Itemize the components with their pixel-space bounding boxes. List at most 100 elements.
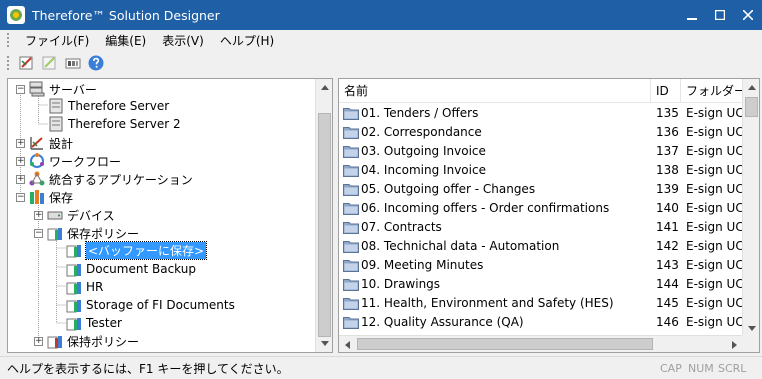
tree-node-policy-fi[interactable]: Storage of FI Documents	[66, 296, 235, 314]
menu-file[interactable]: ファイル(F)	[17, 32, 97, 49]
folder-icon	[343, 222, 359, 234]
disabled-designer-icon	[42, 56, 56, 70]
column-header-name[interactable]: 名前	[339, 79, 651, 103]
tree-node-policy-tester[interactable]: Tester	[66, 314, 122, 332]
tree-node-policy-buffer[interactable]: <バッファーに保存>	[66, 240, 208, 260]
row-name: 10. Drawings	[361, 277, 441, 291]
expand-toggle[interactable]: +	[16, 174, 25, 184]
collapse-toggle[interactable]: −	[16, 84, 25, 94]
server-icon	[49, 116, 63, 132]
tree-node-policy-backup[interactable]: Document Backup	[66, 260, 196, 278]
toolbar	[0, 50, 762, 76]
scroll-right-arrow[interactable]	[726, 336, 743, 352]
tree-label: 保存	[49, 190, 74, 205]
tree-node-integration[interactable]: + 統合するアプリケーション	[16, 170, 193, 188]
column-header-id[interactable]: ID	[651, 79, 681, 103]
tree-node-policy-hr[interactable]: HR	[66, 278, 103, 296]
list-pane[interactable]: 名前 ID フォルダー 01. Tenders / Offers 135 E-sig…	[338, 78, 760, 353]
list-row[interactable]: 08. Technichal data - Automation 142 E-sig…	[339, 237, 743, 256]
title-bar: Therefore™ Solution Designer	[0, 0, 762, 30]
scroll-thumb[interactable]	[318, 113, 331, 337]
tree-label: デバイス	[67, 208, 115, 223]
scroll-down-arrow[interactable]	[316, 335, 332, 352]
tree-label: 保持ポリシー	[67, 334, 140, 349]
list-row[interactable]: 03. Outgoing Invoice 137 E-sign UC2	[339, 142, 743, 161]
row-name: 01. Tenders / Offers	[361, 106, 479, 120]
minimize-button[interactable]	[678, 0, 706, 30]
list-row[interactable]: 07. Contracts 141 E-sign UC2	[339, 218, 743, 237]
chevron-right-icon	[732, 340, 737, 349]
list-row[interactable]: 05. Outgoing offer - Changes 139 E-sign UC…	[339, 180, 743, 199]
tree-node-retention-policy[interactable]: + 保持ポリシー	[34, 332, 139, 350]
list-row[interactable]: 01. Tenders / Offers 135 E-sign UC2	[339, 104, 743, 123]
folder-icon	[343, 146, 359, 158]
row-name: 07. Contracts	[361, 220, 442, 234]
tree-node-server-1[interactable]: Therefore Server	[48, 97, 169, 115]
scroll-up-arrow[interactable]	[316, 79, 332, 96]
menu-edit[interactable]: 編集(E)	[97, 32, 154, 49]
designer-button[interactable]	[17, 53, 37, 73]
row-id: 142	[656, 239, 679, 253]
row-name: 12. Quality Assurance (QA)	[361, 315, 524, 329]
tree-node-server[interactable]: − サーバー	[16, 80, 97, 98]
expand-toggle[interactable]: +	[16, 156, 25, 166]
expand-toggle[interactable]: +	[16, 138, 25, 148]
row-folder: E-sign UC2	[686, 220, 742, 234]
policy-icon	[66, 245, 81, 258]
tree-node-workflow[interactable]: + ワークフロー	[16, 152, 121, 170]
storage-icon	[30, 190, 44, 204]
collapse-toggle[interactable]: −	[34, 228, 43, 238]
row-id: 143	[656, 258, 679, 272]
tree-label: HR	[86, 280, 104, 294]
list-horizontal-scrollbar[interactable]	[339, 335, 743, 352]
list-row[interactable]: 06. Incoming offers - Order confirmation…	[339, 199, 743, 218]
tree-node-design[interactable]: + 設計	[16, 134, 73, 152]
list-row[interactable]: 11. Health, Environment and Safety (HES)…	[339, 294, 743, 313]
chevron-left-icon	[345, 340, 350, 349]
folder-icon	[343, 260, 359, 272]
menu-grip	[7, 33, 11, 47]
designer-disabled-button[interactable]	[40, 53, 60, 73]
help-icon	[88, 55, 104, 71]
folder-icon	[343, 317, 359, 329]
expand-toggle[interactable]: +	[34, 336, 43, 346]
scroll-thumb[interactable]	[745, 97, 758, 117]
scroll-up-arrow[interactable]	[743, 79, 759, 96]
caps-lock-indicator: CAP	[660, 362, 682, 375]
menu-help[interactable]: ヘルプ(H)	[212, 32, 282, 49]
expand-toggle[interactable]: +	[34, 210, 43, 220]
folder-icon	[343, 241, 359, 253]
row-folder: E-sign UC2	[686, 144, 742, 158]
list-row[interactable]: 09. Meeting Minutes 143 E-sign UC2	[339, 256, 743, 275]
row-id: 144	[656, 277, 679, 291]
menu-view[interactable]: 表示(V)	[154, 32, 212, 49]
list-row[interactable]: 02. Correspondance 136 E-sign UC2	[339, 123, 743, 142]
row-folder: E-sign UC2	[686, 277, 742, 291]
policy-icon	[66, 282, 81, 295]
tree-label: ワークフロー	[49, 154, 122, 169]
scroll-left-arrow[interactable]	[339, 336, 356, 352]
row-folder: E-sign UC2	[686, 201, 742, 215]
rename-button[interactable]	[63, 53, 83, 73]
tree-node-devices[interactable]: + デバイス	[34, 206, 115, 224]
row-name: 02. Correspondance	[361, 125, 482, 139]
tree-vertical-scrollbar[interactable]	[315, 79, 332, 352]
horizontal-scroll-thumb[interactable]	[357, 338, 653, 350]
row-id: 140	[656, 201, 679, 215]
column-header-folder[interactable]: フォルダー	[681, 79, 743, 103]
tree-node-storage-policy[interactable]: − 保存ポリシー	[34, 224, 139, 242]
retention-policy-icon	[47, 336, 62, 349]
app-logo-icon	[7, 6, 25, 24]
tree-node-server-2[interactable]: Therefore Server 2	[48, 115, 181, 133]
list-row[interactable]: 04. Incoming Invoice 138 E-sign UC2	[339, 161, 743, 180]
tree-pane[interactable]: − サーバー Therefore Server Therefore Server…	[7, 78, 333, 353]
list-vertical-scrollbar[interactable]	[742, 79, 759, 337]
row-folder: E-sign UC2	[686, 106, 742, 120]
tree-node-storage[interactable]: − 保存	[16, 188, 73, 206]
list-row[interactable]: 12. Quality Assurance (QA) 146 E-sign UC2	[339, 313, 743, 332]
list-row[interactable]: 10. Drawings 144 E-sign UC2	[339, 275, 743, 294]
close-button[interactable]	[734, 0, 762, 30]
maximize-button[interactable]	[706, 0, 734, 30]
help-button[interactable]	[86, 53, 106, 73]
collapse-toggle[interactable]: −	[16, 192, 25, 202]
